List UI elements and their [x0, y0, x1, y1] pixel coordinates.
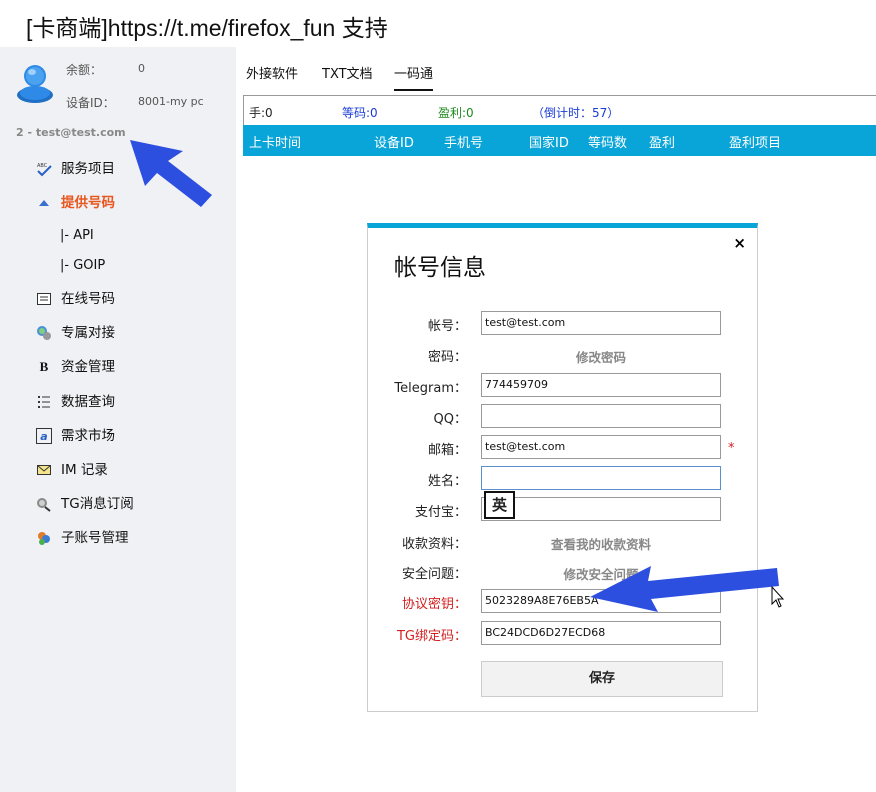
sidebar-item-label: 资金管理 [61, 359, 115, 375]
security-question-label: 安全问题： [401, 567, 467, 582]
column-header[interactable]: 国家ID [529, 132, 569, 151]
email-field[interactable]: test@test.com [481, 435, 721, 459]
email-label: 邮箱： [427, 443, 467, 458]
sidebar-item-label: TG消息订阅 [61, 496, 134, 512]
account-field[interactable]: test@test.com [481, 311, 721, 335]
name-field[interactable] [481, 466, 721, 490]
sidebar-item-funds[interactable]: B 资金管理 [36, 357, 115, 377]
telegram-field[interactable]: 774459709 [481, 373, 721, 397]
save-button[interactable]: 保存 [481, 661, 723, 697]
sidebar-subitem-api[interactable]: |- API [60, 228, 94, 243]
users-icon [36, 530, 52, 546]
device-id-label: 设备ID： [66, 96, 115, 110]
stat-hand: 手:0 [249, 106, 273, 120]
mouse-cursor-icon [771, 585, 785, 608]
tg-bind-code-field[interactable]: BC24DCD6D27ECD68 [481, 621, 721, 645]
tab-txt-document[interactable]: TXT文档 [322, 63, 373, 82]
table-header: 上卡时间 设备ID 手机号 国家ID 等码数 盈利 盈利项目 [243, 125, 876, 156]
sidebar-item-provide-numbers[interactable]: 提供号码 [36, 193, 115, 213]
sidebar-item-im-log[interactable]: IM 记录 [36, 460, 108, 480]
satellite-icon [36, 496, 52, 512]
sidebar-item-tg-subscribe[interactable]: TG消息订阅 [36, 494, 134, 514]
telegram-label: Telegram： [394, 381, 467, 396]
user-line: 2 - test@test.com [16, 126, 126, 139]
account-info-dialog: × 帐号信息 帐号： test@test.com 密码： 修改密码 Telegr… [367, 223, 758, 712]
title-app-name: 卡商端 [32, 15, 102, 41]
sidebar-item-label: 在线号码 [61, 291, 115, 307]
alipay-field[interactable] [481, 497, 721, 521]
column-header[interactable]: 盈利 [649, 132, 675, 151]
stat-profit: 盈利:0 [438, 106, 474, 120]
sidebar-item-label: 服务项目 [61, 161, 115, 177]
payment-info-label: 收款资料： [401, 537, 467, 552]
sidebar-subitem-goip[interactable]: |- GOIP [60, 258, 105, 273]
sidebar-item-sub-accounts[interactable]: 子账号管理 [36, 528, 129, 548]
sidebar-item-services[interactable]: ABC 服务项目 [36, 159, 115, 179]
alipay-label: 支付宝： [414, 505, 467, 520]
tg-bind-code-label: TG绑定码： [396, 629, 467, 644]
title-bar: [卡商端]https://t.me/firefox_fun 支持 [0, 0, 876, 46]
ime-indicator[interactable]: 英 [484, 491, 515, 519]
stats-bar: 手:0 等码:0 盈利:0 （倒计时：57） [243, 95, 876, 126]
column-header[interactable]: 设备ID [374, 132, 414, 151]
avatar-icon[interactable] [14, 61, 56, 103]
column-header[interactable]: 等码数 [588, 132, 627, 151]
sidebar-item-label: 需求市场 [61, 428, 115, 444]
title-url: ]https://t.me/firefox_fun [101, 15, 342, 41]
column-header[interactable]: 盈利项目 [729, 132, 781, 151]
dialog-title: 帐号信息 [394, 255, 486, 281]
view-payment-info-link[interactable]: 查看我的收款资料 [481, 534, 721, 553]
abc-check-icon: ABC [36, 161, 52, 177]
balance-label: 余额： [66, 63, 103, 77]
sidebar-item-label: 子账号管理 [61, 530, 129, 546]
change-password-link[interactable]: 修改密码 [481, 347, 721, 366]
column-header[interactable]: 手机号 [444, 132, 483, 151]
sidebar-item-label: 数据查询 [61, 394, 115, 410]
window-title: [卡商端]https://t.me/firefox_fun 支持 [26, 9, 388, 43]
qq-field[interactable] [481, 404, 721, 428]
protocol-key-label: 协议密钥： [401, 597, 467, 612]
numbered-list-icon [36, 394, 52, 410]
sidebar-item-label: 提供号码 [61, 195, 115, 211]
tab-one-code[interactable]: 一码通 [394, 63, 434, 91]
name-label: 姓名： [427, 474, 467, 489]
network-icon [36, 325, 52, 341]
stat-waiting: 等码:0 [342, 106, 378, 120]
account-label: 帐号： [427, 319, 467, 334]
balance-value: 0 [138, 62, 145, 75]
stat-countdown: （倒计时：57） [532, 106, 620, 120]
sidebar: 余额： 0 设备ID： 8001-my pc 2 - test@test.com… [0, 47, 236, 792]
change-security-question-link[interactable]: 修改安全问题 [481, 564, 721, 583]
svg-text:ABC: ABC [37, 163, 48, 169]
password-label: 密码： [427, 350, 467, 365]
sidebar-item-data-query[interactable]: 数据查询 [36, 392, 115, 412]
title-suffix: 支持 [341, 15, 388, 41]
required-marker: * [728, 441, 735, 456]
bold-b-icon: B [39, 359, 49, 374]
tab-external-software[interactable]: 外接软件 [246, 63, 298, 82]
list-icon [36, 291, 52, 307]
tab-bar: 外接软件 TXT文档 一码通 [243, 58, 876, 91]
sidebar-item-dedicated[interactable]: 专属对接 [36, 323, 115, 343]
sidebar-item-demand-market[interactable]: a 需求市场 [36, 426, 115, 446]
column-header[interactable]: 上卡时间 [249, 132, 301, 151]
sidebar-item-label: 专属对接 [61, 325, 115, 341]
arrow-up-icon [36, 195, 52, 211]
sidebar-item-label: IM 记录 [61, 462, 108, 478]
device-id-value: 8001-my pc [138, 95, 204, 108]
qq-label: QQ： [433, 412, 467, 427]
text-a-icon: a [36, 428, 52, 444]
envelope-icon [36, 462, 52, 478]
sidebar-item-online-numbers[interactable]: 在线号码 [36, 289, 115, 309]
close-icon[interactable]: × [733, 234, 746, 252]
protocol-key-field[interactable]: 5023289A8E76EB5A [481, 589, 721, 613]
